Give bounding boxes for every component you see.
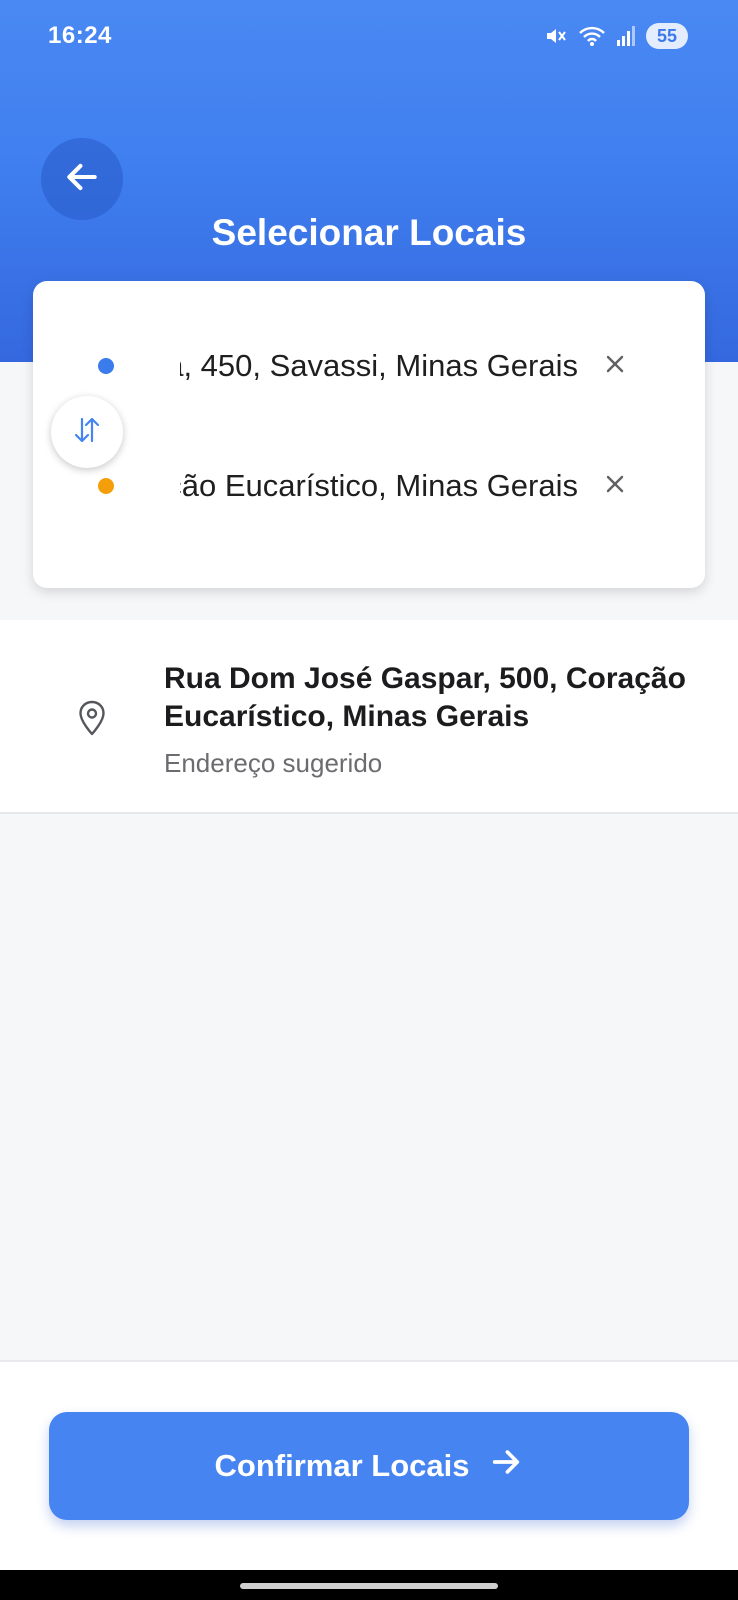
clear-destination-button[interactable] (600, 471, 630, 501)
suggestion-title: Rua Dom José Gaspar, 500, Coração Eucarí… (164, 662, 686, 733)
clear-origin-button[interactable] (600, 351, 630, 381)
back-button[interactable] (41, 138, 123, 220)
map-pin-icon (78, 700, 106, 736)
destination-dot (98, 478, 114, 494)
confirm-button-label: Confirmar Locais (214, 1448, 470, 1483)
destination-input[interactable]: Rua Dom José Gaspar, 500, Coração Eucarí… (180, 461, 578, 511)
status-icons: 55 (544, 20, 688, 52)
origin-input-value: Rua Ceará, 450, Savassi, Minas Gerais (180, 348, 578, 383)
page-title: Selecionar Locais (211, 212, 527, 253)
origin-dot (98, 358, 114, 374)
select-locations-screen: 16:24 55 Selecionar Locais , 450, Savass… (0, 0, 738, 1600)
origin-row: Rua Ceará, 450, Savassi, Minas Gerais (0, 336, 672, 396)
home-handle[interactable] (240, 1583, 498, 1589)
system-nav-bar (0, 1570, 738, 1600)
swap-vertical-icon (70, 413, 104, 452)
status-bar: 16:24 55 (0, 0, 738, 72)
location-card (33, 281, 705, 588)
close-icon (605, 474, 625, 499)
status-time: 16:24 (48, 22, 112, 49)
destination-row: Rua Dom José Gaspar, 500, Coração Eucarí… (0, 456, 672, 516)
suggestion-item[interactable]: Rua Dom José Gaspar, 500, Coração Eucarí… (0, 620, 738, 814)
close-icon (605, 354, 625, 379)
origin-input[interactable]: Rua Ceará, 450, Savassi, Minas Gerais (180, 341, 578, 391)
signal-icon (616, 25, 636, 47)
battery-icon: 55 (646, 23, 688, 49)
mute-icon (544, 24, 568, 48)
confirm-locations-button[interactable]: Confirmar Locais (49, 1412, 689, 1520)
suggestion-subtitle: Endereço sugerido (164, 748, 383, 778)
arrow-left-icon (63, 158, 101, 201)
arrow-right-icon (489, 1445, 523, 1487)
wifi-icon (578, 24, 606, 48)
footer: Confirmar Locais (0, 1360, 738, 1570)
destination-input-value: Rua Dom José Gaspar, 500, Coração Eucarí… (180, 468, 578, 503)
